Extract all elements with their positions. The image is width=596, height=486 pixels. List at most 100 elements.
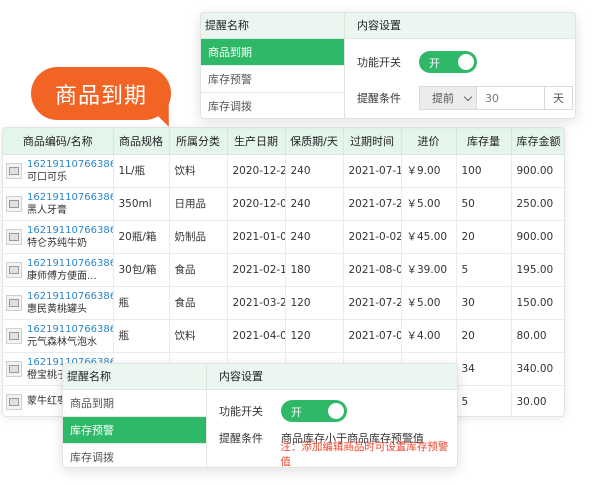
menu-item-stock-warning[interactable]: 库存预警 — [201, 66, 344, 93]
callout-text: 商品到期 — [54, 83, 147, 109]
menu-item-transfer[interactable]: 库存调拨 — [63, 444, 206, 467]
product-code[interactable]: 162191107663867 — [27, 257, 112, 270]
cell-amount: 900.00 — [511, 154, 564, 188]
days-input[interactable] — [477, 86, 545, 110]
toggle-knob — [458, 54, 474, 70]
cell-amount: 80.00 — [511, 319, 564, 353]
cell-price: ￥5.00 — [401, 286, 457, 320]
feature-toggle[interactable]: 开 — [281, 400, 347, 422]
cell-amount: 900.00 — [511, 220, 564, 254]
table-row[interactable]: 162191107663867 康师傅方便面... 30包/箱 食品 2021-02- 1… — [3, 253, 564, 287]
col-header[interactable]: 进价 — [401, 128, 457, 155]
cell-stock: 50 — [456, 187, 512, 221]
cell-shelf: 120 — [285, 286, 344, 320]
cell-shelf: 240 — [285, 187, 344, 221]
switch-label: 功能开关 — [357, 56, 401, 69]
cell-expire: 2021-08-01 — [343, 253, 402, 287]
advance-select[interactable]: 提前 — [419, 86, 477, 110]
feature-toggle[interactable]: 开 — [419, 51, 477, 73]
product-cell: 162191107663867 特仑苏纯牛奶 — [3, 220, 114, 254]
cell-category: 饮料 — [169, 319, 228, 353]
cell-spec: 350ml — [113, 187, 170, 221]
cell-stock: 34 — [456, 352, 512, 386]
menu-item-expiry[interactable]: 商品到期 — [201, 39, 344, 66]
reminder-menu: 商品到期 库存预警 库存调拨 — [201, 39, 345, 118]
chevron-down-icon — [463, 92, 473, 101]
product-code[interactable]: 162191107663867 — [27, 158, 112, 171]
cell-produced: 2021-03-21 — [227, 286, 286, 320]
menu-item-transfer[interactable]: 库存调拨 — [201, 93, 344, 118]
table-row[interactable]: 162191107663867可口可乐1L/瓶饮料2020-12-2624020… — [3, 154, 564, 188]
cell-price: ￥4.00 — [401, 319, 457, 353]
col-header[interactable]: 库存量 — [456, 128, 512, 155]
col-header[interactable]: 保质期/天 — [285, 128, 344, 155]
product-code[interactable]: 162191107663867 — [27, 224, 112, 237]
table-header-row: 商品编码/名称 商品规格 所属分类 生产日期 保质期/天 过期时间 进价 库存量… — [3, 128, 564, 155]
callout-bubble: 商品到期 — [31, 67, 171, 120]
toggle-text: 开 — [291, 406, 302, 419]
cell-stock: 30 — [456, 286, 512, 320]
cell-amount: 30.00 — [511, 385, 564, 416]
col-header[interactable]: 商品编码/名称 — [3, 128, 114, 155]
product-name: 康师傅方便面... — [27, 270, 97, 282]
cell-stock: 5 — [456, 385, 512, 416]
cell-produced: 2020-12-01 — [227, 187, 286, 221]
cell-spec: 1L/瓶 — [113, 154, 170, 188]
table-row[interactable]: 162191107663867惠民黄桃罐头瓶食品2021-03-21120202… — [3, 286, 564, 320]
product-name: 特仑苏纯牛奶 — [27, 237, 87, 249]
product-code[interactable]: 162191107663867 — [27, 191, 112, 204]
cell-shelf: 180 — [285, 253, 344, 287]
panel-header: 提醒名称 内容设置 — [201, 13, 575, 39]
product-name: 蒙牛红枣 — [27, 396, 67, 407]
advance-select-value: 提前 — [432, 92, 454, 105]
product-name: 黑人牙膏 — [27, 204, 67, 216]
col-header[interactable]: 生产日期 — [227, 128, 286, 155]
cell-produced: 2021-01-04 — [227, 220, 286, 254]
product-cell: 162191107663867 黑人牙膏 — [3, 187, 114, 221]
cell-expire: 2021-07-10 — [343, 154, 402, 188]
col-header[interactable]: 商品规格 — [113, 128, 170, 155]
cell-expire: 2021-07-03 — [343, 319, 402, 353]
product-code[interactable]: 162191107663867 — [27, 290, 112, 303]
cell-category: 食品 — [169, 253, 228, 287]
table-row[interactable]: 162191107663867元气森林气泡水瓶饮料2021-04-0312020… — [3, 319, 564, 353]
cell-expire: 2021-0-02 — [343, 220, 402, 254]
product-name: 惠民黄桃罐头 — [27, 303, 87, 315]
cell-price: ￥39.00 — [401, 253, 457, 287]
panel-header-name: 提醒名称 — [201, 13, 345, 38]
table-row[interactable]: 162191107663867特仑苏纯牛奶20瓶/箱奶制品2021-01-042… — [3, 220, 564, 254]
product-cell: 162191107663867 康师傅方便面... — [3, 253, 114, 287]
cell-stock: 20 — [456, 220, 512, 254]
col-header[interactable]: 所属分类 — [169, 128, 228, 155]
panel-header-content: 内容设置 — [357, 19, 401, 32]
menu-item-stock-warning[interactable]: 库存预警 — [63, 417, 206, 444]
cell-expire: 2021-07-21 — [343, 286, 402, 320]
cell-spec: 30包/箱 — [113, 253, 170, 287]
cell-category: 日用品 — [169, 187, 228, 221]
cell-amount: 340.00 — [511, 352, 564, 386]
cell-expire: 2021-07-26 — [343, 187, 402, 221]
cell-spec: 20瓶/箱 — [113, 220, 170, 254]
menu-item-expiry[interactable]: 商品到期 — [63, 390, 206, 417]
cell-amount: 150.00 — [511, 286, 564, 320]
cell-shelf: 240 — [285, 220, 344, 254]
product-cell: 162191107663867 惠民黄桃罐头 — [3, 286, 114, 320]
condition-label: 提醒条件 — [357, 92, 401, 105]
stock-warning-settings-panel: 提醒名称 内容设置 商品到期 库存预警 库存调拨 功能开关 开 提醒条件 商品库… — [62, 363, 458, 468]
expiry-settings-panel: 提醒名称 内容设置 商品到期 库存预警 库存调拨 功能开关 开 提醒条件 提前 … — [200, 12, 576, 119]
product-name: 可口可乐 — [27, 171, 67, 183]
toggle-text: 开 — [429, 57, 440, 70]
product-image-icon — [6, 261, 22, 278]
col-header[interactable]: 过期时间 — [343, 128, 402, 155]
cell-amount: 250.00 — [511, 187, 564, 221]
cell-price: ￥9.00 — [401, 154, 457, 188]
product-image-icon — [6, 228, 22, 245]
product-name: 元气森林气泡水 — [27, 336, 97, 348]
table-row[interactable]: 162191107663867黑人牙膏350ml日用品2020-12-01240… — [3, 187, 564, 221]
cell-category: 食品 — [169, 286, 228, 320]
panel-header-content: 内容设置 — [219, 370, 263, 383]
product-code[interactable]: 162191107663867 — [27, 323, 112, 336]
col-header[interactable]: 库存金额 — [511, 128, 564, 155]
warning-note: 注：添加编辑商品时可设置库存预警值 — [280, 441, 449, 468]
cell-produced: 2021-04-03 — [227, 319, 286, 353]
